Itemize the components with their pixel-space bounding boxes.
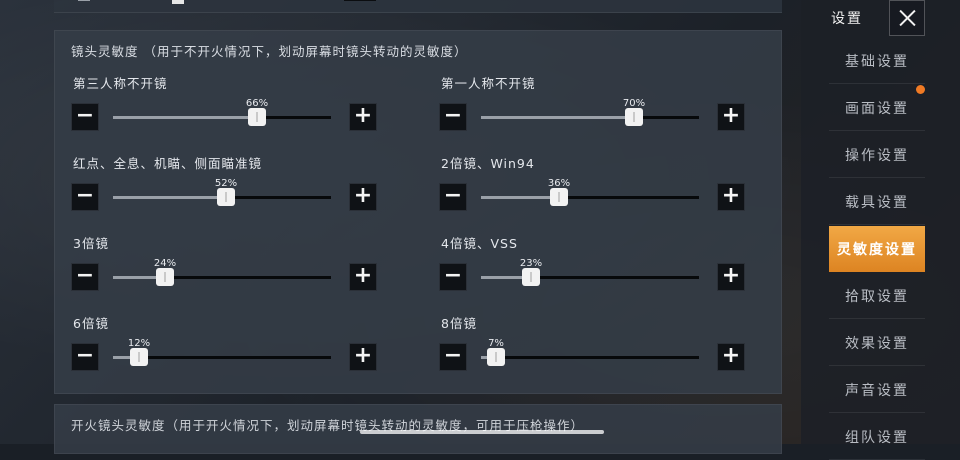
menu-item[interactable]: 组队设置 <box>829 414 925 460</box>
sensitivity-slider-group: 红点、全息、机瞄、侧面瞄准镜 − 52% + <box>71 153 391 223</box>
close-icon[interactable] <box>889 0 925 36</box>
slider-value: 70% <box>622 98 646 109</box>
sensitivity-slider-group: 3倍镜 − 24% + <box>71 233 391 303</box>
sensitivity-slider-group: 第三人称不开镜 − 66% + <box>71 73 391 143</box>
firing-sensitivity-panel: 开火镜头灵敏度（用于开火情况下，划动屏幕时镜头转动的灵敏度，可用于压枪操作） <box>54 404 782 454</box>
slider-fill <box>481 196 559 199</box>
settings-menu: 设置 基础设置 画面设置 操作设置 载具设置 灵敏度设置 拾取设置 效果设置 声音设置 组队设置 <box>801 0 960 460</box>
slider-fill <box>113 196 226 199</box>
minus-icon[interactable]: − <box>71 183 99 211</box>
slider-value: 7% <box>488 338 504 349</box>
plus-icon[interactable]: + <box>717 103 745 131</box>
sensitivity-slider-track[interactable]: 52% <box>113 178 331 206</box>
slider-label: 8倍镜 <box>441 316 477 331</box>
plus-icon[interactable]: + <box>349 103 377 131</box>
sensitivity-slider-group: 第一人称不开镜 − 70% + <box>439 73 759 143</box>
plus-icon[interactable]: + <box>349 183 377 211</box>
slider-fill <box>113 116 257 119</box>
slider-value: 12% <box>127 338 151 349</box>
notification-dot <box>916 85 925 94</box>
slider-value: 52% <box>214 178 238 189</box>
plus-icon[interactable]: + <box>349 263 377 291</box>
sensitivity-slider-group: 8倍镜 − 7% + <box>439 313 759 383</box>
plus-icon[interactable]: + <box>717 183 745 211</box>
sensitivity-slider-track[interactable]: 66% <box>113 98 331 126</box>
menu-item[interactable]: 基础设置 <box>829 38 925 84</box>
slider-value: 23% <box>519 258 543 269</box>
plus-icon[interactable]: + <box>717 343 745 371</box>
sensitivity-slider-track[interactable]: 70% <box>481 98 699 126</box>
minus-icon[interactable]: − <box>439 183 467 211</box>
previous-slider-track <box>344 0 376 1</box>
sensitivity-slider-group: 2倍镜、Win94 − 36% + <box>439 153 759 223</box>
sensitivity-slider-track[interactable]: 23% <box>481 258 699 286</box>
slider-thumb[interactable] <box>522 268 540 286</box>
menu-item[interactable]: 效果设置 <box>829 320 925 366</box>
menu-item[interactable]: 载具设置 <box>829 179 925 225</box>
menu-item[interactable]: 操作设置 <box>829 132 925 178</box>
sensitivity-slider-track[interactable]: 24% <box>113 258 331 286</box>
slider-thumb[interactable] <box>625 108 643 126</box>
sensitivity-slider-track[interactable]: 7% <box>481 338 699 366</box>
previous-section-panel <box>54 0 782 13</box>
scroll-indicator[interactable] <box>360 430 604 434</box>
menu-title: 设置 <box>831 11 863 27</box>
menu-item[interactable]: 拾取设置 <box>829 273 925 319</box>
slider-label: 红点、全息、机瞄、侧面瞄准镜 <box>73 156 263 171</box>
previous-slider-fill <box>78 0 90 1</box>
slider-fill <box>481 116 634 119</box>
panel-title: 镜头灵敏度 （用于不开火情况下，划动屏幕时镜头转动的灵敏度） <box>71 44 468 59</box>
menu-item[interactable]: 灵敏度设置 <box>829 226 925 272</box>
slider-value: 36% <box>547 178 571 189</box>
slider-thumb[interactable] <box>248 108 266 126</box>
plus-icon[interactable]: + <box>349 343 377 371</box>
slider-label: 2倍镜、Win94 <box>441 156 535 171</box>
slider-value: 24% <box>153 258 177 269</box>
camera-sensitivity-panel: 镜头灵敏度 （用于不开火情况下，划动屏幕时镜头转动的灵敏度） 第三人称不开镜 −6… <box>54 30 782 394</box>
menu-header: 设置 <box>801 0 960 36</box>
minus-icon[interactable]: − <box>439 343 467 371</box>
sensitivity-slider-group: 4倍镜、VSS − 23% + <box>439 233 759 303</box>
slider-thumb[interactable] <box>156 268 174 286</box>
slider-label: 第三人称不开镜 <box>73 76 168 91</box>
slider-label: 4倍镜、VSS <box>441 236 518 251</box>
slider-label: 第一人称不开镜 <box>441 76 536 91</box>
sensitivity-slider-group: 6倍镜 − 12% + <box>71 313 391 383</box>
minus-icon[interactable]: − <box>71 103 99 131</box>
slider-thumb[interactable] <box>487 348 505 366</box>
slider-label: 3倍镜 <box>73 236 109 251</box>
slider-label: 6倍镜 <box>73 316 109 331</box>
sensitivity-slider-track[interactable]: 12% <box>113 338 331 366</box>
slider-value: 66% <box>245 98 269 109</box>
minus-icon[interactable]: − <box>439 263 467 291</box>
sensitivity-slider-track[interactable]: 36% <box>481 178 699 206</box>
menu-item[interactable]: 声音设置 <box>829 367 925 413</box>
minus-icon[interactable]: − <box>71 343 99 371</box>
minus-icon[interactable]: − <box>439 103 467 131</box>
slider-thumb[interactable] <box>217 188 235 206</box>
slider-thumb[interactable] <box>550 188 568 206</box>
plus-icon[interactable]: + <box>717 263 745 291</box>
menu-item[interactable]: 画面设置 <box>829 85 925 131</box>
previous-slider-thumb <box>172 0 184 4</box>
minus-icon[interactable]: − <box>71 263 99 291</box>
slider-thumb[interactable] <box>130 348 148 366</box>
